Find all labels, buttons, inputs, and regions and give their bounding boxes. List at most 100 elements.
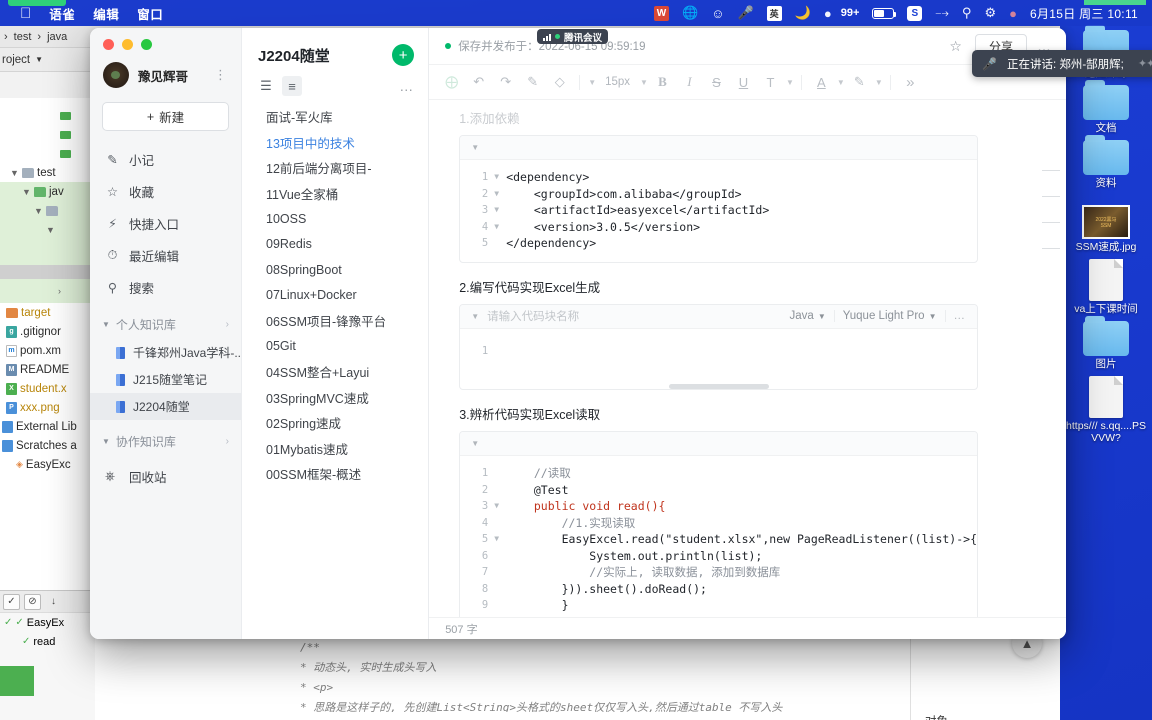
tree-item-pom[interactable]: m pom.xm — [0, 341, 95, 360]
list-view-icon[interactable]: ☰ — [256, 76, 276, 96]
test-result-method[interactable]: ✓ read — [0, 632, 95, 651]
underline-icon[interactable]: U — [731, 70, 756, 94]
chevron-right-icon[interactable]: › — [226, 319, 229, 330]
show-passed-icon[interactable]: ✓ — [3, 593, 20, 610]
caret-down-icon[interactable]: ▼ — [471, 439, 479, 448]
editor-body[interactable]: 1.添加依赖 ▼ 1 ▼ <dependency> 2 ▼ <groupId>com.… — [429, 100, 1066, 617]
code-block-header[interactable]: ▼ 请输入代码块名称 Java ▼ Yuque Light Pro ▼ … — [460, 304, 977, 329]
chevron-right-icon[interactable]: › — [58, 286, 67, 296]
add-document-button[interactable]: + — [392, 44, 415, 66]
document-list-toolbar[interactable]: ☰ ≡ … — [242, 66, 428, 96]
tree-row[interactable] — [0, 144, 95, 163]
format-painter-icon[interactable]: ✎ — [520, 70, 545, 94]
tree-item-target[interactable]: target — [0, 303, 95, 322]
editor-toolbar[interactable]: ⨁ ↶ ↷ ✎ ◇ ▼ 15px ▼ B I S U T ▼ A ▼ ✎ ▼ » — [429, 64, 1066, 100]
star-outline-icon[interactable]: ☆ — [949, 38, 962, 55]
search-icon[interactable]: ⚲ — [962, 5, 972, 21]
fold-icon[interactable]: ▼ — [494, 531, 506, 548]
tree-item-java[interactable]: ▼ jav — [0, 182, 95, 201]
tree-view-icon[interactable]: ≡ — [282, 76, 302, 96]
bold-icon[interactable]: B — [650, 70, 675, 94]
macos-menu-bar[interactable]:  语雀 编辑 窗口 W 🌐 ☺ 🎤 英 🌙 ● 99+ S ⤍ ⚲ ⚙ ● 6… — [0, 0, 1152, 26]
right-panel-item[interactable]: 对象 — [911, 710, 1060, 720]
chevron-down-icon[interactable]: ▼ — [640, 78, 648, 87]
speaking-toast[interactable]: 🎤 正在讲话: 郑州-郜朋辉; ✦✦ — [972, 50, 1152, 77]
clear-format-icon[interactable]: ◇ — [547, 70, 572, 94]
sidebar-book-j215[interactable]: J215随堂笔记 — [90, 366, 241, 393]
list-item[interactable]: 04SSM整合+Layui — [242, 359, 428, 385]
apple-icon[interactable]:  — [20, 6, 31, 21]
chevron-double-right-icon[interactable]: » — [898, 70, 923, 94]
tree-item-readme[interactable]: M README — [0, 360, 95, 379]
globe-icon[interactable]: 🌐 — [682, 5, 698, 21]
window-traffic-lights[interactable] — [90, 28, 241, 50]
microphone-icon[interactable]: 🎤 — [737, 5, 753, 21]
desktop-icon-materials[interactable]: 资料 — [1066, 135, 1146, 189]
chevron-down-icon[interactable]: ▼ — [875, 78, 883, 87]
desktop-icons[interactable]: 遇见辉哥 文档 资料 2022黑马SSM SSM速成.jpg va上下课时间 图… — [1060, 25, 1152, 720]
sidebar-book-qianfeng[interactable]: 千锋郑州Java学科-... — [90, 339, 241, 366]
fold-icon[interactable]: ▼ — [494, 498, 506, 515]
chevron-down-icon[interactable]: ▼ — [10, 168, 19, 178]
code-block-1[interactable]: ▼ 1 ▼ <dependency> 2 ▼ <groupId>com.alibaba… — [459, 135, 978, 263]
undo-icon[interactable]: ↶ — [466, 70, 491, 94]
chevron-down-icon[interactable]: ▼ — [837, 78, 845, 87]
list-item[interactable]: 11Vue全家桶 — [242, 181, 428, 207]
list-item[interactable]: 12前后端分离项目- — [242, 155, 428, 181]
moon-icon[interactable]: 🌙 — [795, 5, 811, 21]
list-item[interactable]: 00SSM框架-概述 — [242, 461, 428, 487]
breadcrumb-item-java[interactable]: java — [47, 31, 67, 43]
list-item[interactable]: 面试-军火库 — [242, 104, 428, 130]
tree-row[interactable]: ▼ — [0, 220, 95, 239]
user-row[interactable]: 豫见辉哥 ⋮ — [90, 50, 241, 88]
code-block-header[interactable]: ▼ — [460, 136, 977, 160]
desktop-icon-schedule-doc[interactable]: va上下课时间 — [1066, 259, 1146, 315]
desktop-icon-link-doc[interactable]: https/// s.qq....PSVVW? — [1066, 376, 1146, 444]
close-button[interactable] — [103, 39, 114, 50]
caret-down-icon[interactable]: ▼ — [471, 312, 479, 321]
code-block-body[interactable]: 1 ▼ <dependency> 2 ▼ <groupId>com.alibaba</… — [460, 160, 977, 262]
sidebar-book-j2204[interactable]: J2204随堂 — [90, 393, 241, 420]
sidebar-item-shortcuts[interactable]: ⚡ 快捷入口 — [90, 207, 241, 239]
datetime-label[interactable]: 6月15日 周三 10:11 — [1030, 5, 1138, 22]
menu-item-window[interactable]: 窗口 — [137, 4, 163, 23]
code-block-header[interactable]: ▼ — [460, 432, 977, 456]
group-collab-library[interactable]: ▼ 协作知识库 › — [90, 426, 241, 456]
fold-icon[interactable]: ▼ — [494, 219, 506, 236]
tree-item-scratches[interactable]: Scratches a — [0, 436, 95, 455]
code-block-3[interactable]: ▼ 1 //读取 2 @Test 3 ▼ public void read(){ … — [459, 431, 978, 617]
yuque-app-window[interactable]: 豫见辉哥 ⋮ + 新建 ✎ 小记 ☆ 收藏 ⚡ 快捷入口 ⏱ 最近编辑 ⚲ 搜索… — [90, 28, 1066, 639]
menu-item-yuque[interactable]: 语雀 — [49, 4, 75, 23]
notification-icon[interactable]: ● — [824, 6, 832, 21]
wps-icon[interactable]: W — [654, 5, 670, 21]
sogou-icon[interactable]: S — [907, 5, 923, 21]
chevron-right-icon[interactable]: › — [226, 436, 229, 447]
plus-circle-icon[interactable]: ⨁ — [439, 70, 464, 94]
fold-icon[interactable]: ▼ — [494, 186, 506, 203]
tree-item-xxx-png[interactable]: P xxx.png — [0, 398, 95, 417]
control-center-icon[interactable]: ⚙ — [984, 5, 996, 21]
group-personal-library[interactable]: ▼ 个人知识库 › — [90, 309, 241, 339]
highlight-icon[interactable]: ✎ — [847, 70, 872, 94]
battery-icon[interactable] — [872, 7, 897, 19]
avatar[interactable] — [103, 62, 129, 88]
fold-icon[interactable]: ▼ — [494, 169, 506, 186]
document-list-items[interactable]: 面试-军火库 13项目中的技术 12前后端分离项目- 11Vue全家桶 10OS… — [242, 104, 428, 487]
chevron-down-icon[interactable]: ▼ — [22, 187, 31, 197]
bluetooth-off-icon[interactable]: ⤍ — [935, 5, 949, 21]
text-style-icon[interactable]: T — [758, 70, 783, 94]
tree-row[interactable] — [0, 239, 95, 265]
emoji-icon[interactable]: ☺ — [711, 6, 724, 21]
ellipsis-icon[interactable]: … — [954, 310, 967, 322]
breadcrumb-item-test[interactable]: test — [14, 31, 32, 43]
sidebar-item-trash[interactable]: ⎈ 回收站 — [90, 460, 241, 492]
tencent-meeting-badge[interactable]: 腾讯会议 — [537, 29, 609, 44]
list-item[interactable]: 06SSM项目-锋豫平台 — [242, 308, 428, 334]
minimize-button[interactable] — [122, 39, 133, 50]
drag-handle-icon[interactable]: ✦✦ — [1138, 57, 1152, 70]
new-button[interactable]: + 新建 — [102, 102, 229, 131]
chevron-down-icon[interactable]: ▼ — [35, 55, 43, 64]
tree-item-test[interactable]: ▼ test — [0, 163, 95, 182]
code-block-scrollbar[interactable] — [668, 384, 769, 389]
tree-row[interactable] — [0, 106, 95, 125]
